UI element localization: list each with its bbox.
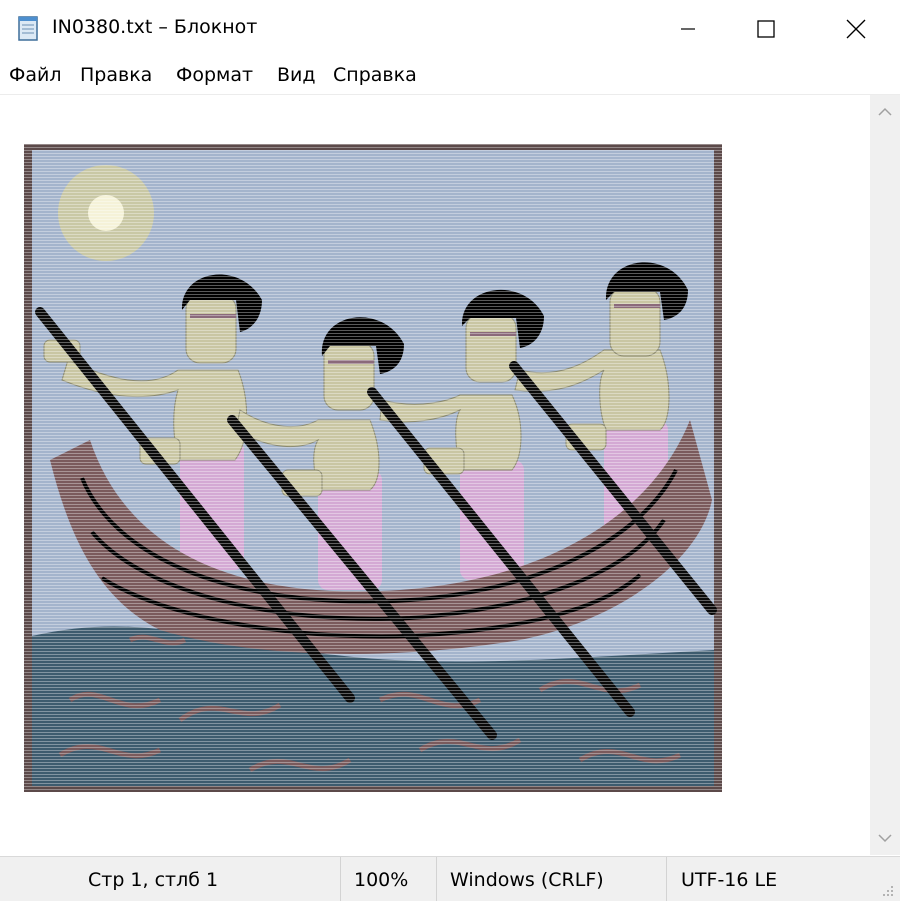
menu-format[interactable]: Формат — [176, 64, 253, 86]
status-bar: Стр 1, стлб 1 100% Windows (CRLF) UTF-16… — [0, 856, 900, 901]
notepad-icon — [18, 16, 38, 41]
status-divider — [666, 857, 667, 901]
zoom-level: 100% — [354, 869, 409, 891]
close-icon — [846, 19, 866, 39]
line-endings: Windows (CRLF) — [450, 869, 604, 891]
encoding: UTF-16 LE — [681, 869, 778, 891]
cursor-position: Стр 1, стлб 1 — [88, 869, 219, 891]
title-bar[interactable]: IN0380.txt – Блокнот — [0, 0, 900, 58]
minimize-icon — [681, 28, 695, 30]
menu-edit[interactable]: Правка — [80, 64, 152, 86]
menu-bar: Файл Правка Формат Вид Справка — [0, 60, 900, 95]
status-divider — [436, 857, 437, 901]
menu-help[interactable]: Справка — [333, 64, 417, 86]
close-button[interactable] — [826, 0, 886, 58]
maximize-button[interactable] — [736, 0, 796, 58]
scroll-up-icon[interactable] — [878, 107, 892, 117]
resize-grip-icon[interactable] — [880, 883, 894, 897]
scroll-down-icon[interactable] — [878, 833, 892, 843]
text-editor[interactable] — [0, 95, 870, 855]
vertical-scrollbar[interactable] — [870, 95, 900, 855]
window-title: IN0380.txt – Блокнот — [52, 16, 258, 38]
maximize-icon — [757, 20, 775, 38]
status-divider — [340, 857, 341, 901]
minimize-button[interactable] — [658, 0, 718, 58]
ascii-art-picture — [24, 144, 722, 792]
menu-view[interactable]: Вид — [277, 64, 316, 86]
menu-file[interactable]: Файл — [9, 64, 62, 86]
